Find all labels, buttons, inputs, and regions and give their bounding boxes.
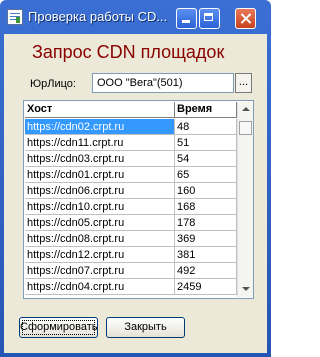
- app-window: Проверка работы CD... Запрос CDN площадо…: [0, 0, 271, 357]
- host-cell[interactable]: https://cdn03.crpt.ru: [25, 151, 175, 167]
- time-cell[interactable]: 381: [175, 247, 237, 263]
- host-cell[interactable]: https://cdn07.crpt.ru: [25, 263, 175, 279]
- host-cell[interactable]: https://cdn10.crpt.ru: [25, 199, 175, 215]
- scroll-up-arrow-icon[interactable]: [238, 102, 253, 118]
- maximize-button[interactable]: [199, 8, 220, 29]
- host-cell[interactable]: https://cdn02.crpt.ru: [25, 119, 175, 135]
- time-cell[interactable]: 178: [175, 215, 237, 231]
- host-cell[interactable]: https://cdn06.crpt.ru: [25, 183, 175, 199]
- scroll-thumb[interactable]: [239, 121, 252, 135]
- minimize-button[interactable]: [176, 8, 197, 29]
- grid-rows: https://cdn02.crpt.ru 48 https://cdn11.c…: [25, 119, 237, 295]
- host-cell[interactable]: https://cdn11.crpt.ru: [25, 135, 175, 151]
- time-cell[interactable]: 160: [175, 183, 237, 199]
- table-row[interactable]: https://cdn11.crpt.ru 51: [25, 135, 237, 151]
- time-cell[interactable]: 369: [175, 231, 237, 247]
- table-row[interactable]: https://cdn10.crpt.ru 168: [25, 199, 237, 215]
- time-cell[interactable]: 492: [175, 263, 237, 279]
- table-row[interactable]: https://cdn01.crpt.ru 65: [25, 167, 237, 183]
- table-row[interactable]: https://cdn07.crpt.ru 492: [25, 263, 237, 279]
- minimize-icon: [177, 9, 196, 28]
- legal-entity-field[interactable]: ООО "Вега"(501): [92, 73, 234, 93]
- table-row[interactable]: https://cdn02.crpt.ru 48: [25, 119, 237, 135]
- time-cell[interactable]: 2459: [175, 279, 237, 295]
- legal-entity-picker-button[interactable]: ...: [235, 73, 252, 93]
- column-header-host[interactable]: Хост: [25, 102, 175, 118]
- time-cell[interactable]: 65: [175, 167, 237, 183]
- time-cell[interactable]: 51: [175, 135, 237, 151]
- legal-entity-label: ЮрЛицо:: [30, 78, 76, 90]
- host-cell[interactable]: https://cdn01.crpt.ru: [25, 167, 175, 183]
- title-bar[interactable]: Проверка работы CD...: [0, 0, 271, 34]
- table-row[interactable]: https://cdn12.crpt.ru 381: [25, 247, 237, 263]
- table-row[interactable]: https://cdn03.crpt.ru 54: [25, 151, 237, 167]
- table-row[interactable]: https://cdn08.crpt.ru 369: [25, 231, 237, 247]
- table-row[interactable]: https://cdn06.crpt.ru 160: [25, 183, 237, 199]
- document-list-icon: [7, 9, 23, 25]
- grid-header: Хост Время: [25, 102, 237, 118]
- maximize-icon: [200, 9, 219, 28]
- table-row[interactable]: https://cdn04.crpt.ru 2459: [25, 279, 237, 295]
- cdn-hosts-grid[interactable]: Хост Время https://cdn02.crpt.ru 48 http…: [23, 100, 254, 299]
- close-button[interactable]: Закрыть: [106, 317, 185, 338]
- vertical-scrollbar[interactable]: [237, 102, 253, 297]
- host-cell[interactable]: https://cdn08.crpt.ru: [25, 231, 175, 247]
- host-cell[interactable]: https://cdn05.crpt.ru: [25, 215, 175, 231]
- host-cell[interactable]: https://cdn04.crpt.ru: [25, 279, 175, 295]
- scroll-down-arrow-icon[interactable]: [238, 281, 253, 297]
- page-title: Запрос CDN площадок: [32, 42, 225, 62]
- host-cell[interactable]: https://cdn12.crpt.ru: [25, 247, 175, 263]
- time-cell[interactable]: 54: [175, 151, 237, 167]
- generate-button[interactable]: Сформировать: [19, 317, 98, 338]
- table-row[interactable]: https://cdn05.crpt.ru 178: [25, 215, 237, 231]
- column-header-time[interactable]: Время: [175, 102, 237, 118]
- close-icon: [236, 9, 255, 28]
- window-title: Проверка работы CD...: [28, 9, 168, 24]
- time-cell[interactable]: 48: [175, 119, 237, 135]
- close-window-button[interactable]: [235, 8, 256, 29]
- dialog-body: Запрос CDN площадок ЮрЛицо: ООО "Вега"(5…: [4, 34, 267, 353]
- time-cell[interactable]: 168: [175, 199, 237, 215]
